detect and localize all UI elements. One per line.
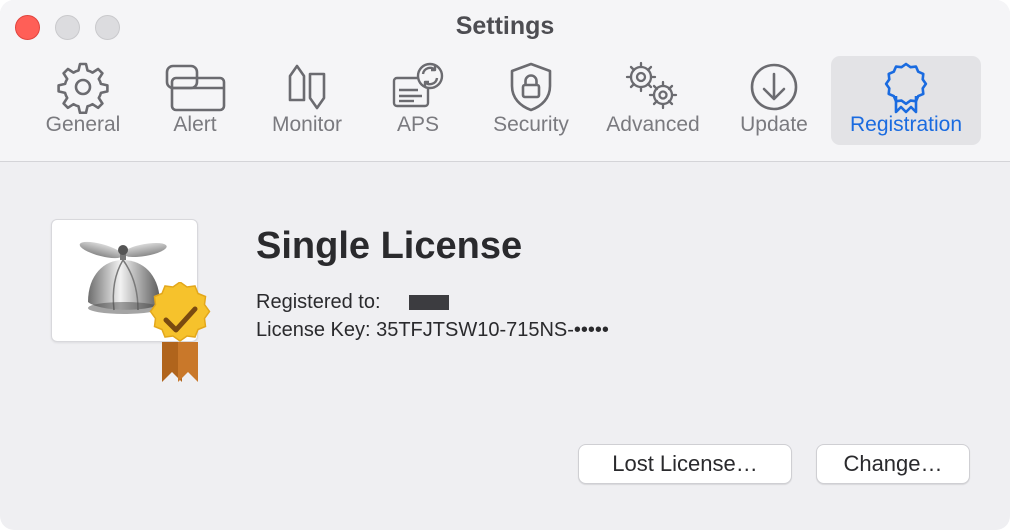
toolbar: Settings General Alert Monitor APS Secur…	[0, 0, 1010, 162]
alert-window-icon	[163, 56, 227, 114]
aps-sync-icon	[388, 56, 448, 114]
tab-alert[interactable]: Alert	[156, 56, 234, 145]
award-ribbon-icon	[879, 56, 933, 114]
tab-advanced[interactable]: Advanced	[598, 56, 708, 145]
tab-aps[interactable]: APS	[384, 56, 452, 145]
gears-icon	[621, 56, 685, 114]
license-key-row: License Key: 35TFJTSW10-715NS-•••••	[256, 319, 609, 342]
tab-advanced-label: Advanced	[606, 113, 700, 136]
tab-general[interactable]: General	[34, 56, 132, 145]
tab-general-label: General	[45, 113, 121, 136]
tab-monitor-label: Monitor	[271, 113, 343, 136]
license-key-value: 35TFJTSW10-715NS-•••••	[376, 319, 609, 341]
license-key-label: License Key:	[256, 319, 371, 341]
license-title: Single License	[256, 225, 523, 267]
window-title: Settings	[455, 12, 555, 40]
monitor-arrows-icon	[280, 56, 334, 114]
gear-icon	[56, 56, 110, 114]
verified-seal-icon	[140, 281, 220, 389]
registered-to-value	[408, 295, 449, 311]
shield-lock-icon	[504, 56, 558, 114]
tab-update-label: Update	[740, 113, 808, 136]
tab-registration-label: Registration	[849, 113, 963, 136]
settings-window: Settings General Alert Monitor APS Secur…	[0, 0, 1010, 530]
registered-to-row: Registered to:	[256, 291, 449, 314]
change-button[interactable]: Change…	[816, 444, 970, 484]
registered-to-label: Registered to:	[256, 291, 381, 313]
lost-license-button[interactable]: Lost License…	[578, 444, 792, 484]
tab-monitor[interactable]: Monitor	[262, 56, 352, 145]
tab-registration[interactable]: Registration	[831, 56, 981, 145]
tab-security[interactable]: Security	[484, 56, 578, 145]
tab-security-label: Security	[493, 113, 569, 136]
download-circle-icon	[747, 56, 801, 114]
tab-aps-label: APS	[396, 113, 440, 136]
tab-update[interactable]: Update	[732, 56, 816, 145]
tab-alert-label: Alert	[173, 113, 217, 136]
